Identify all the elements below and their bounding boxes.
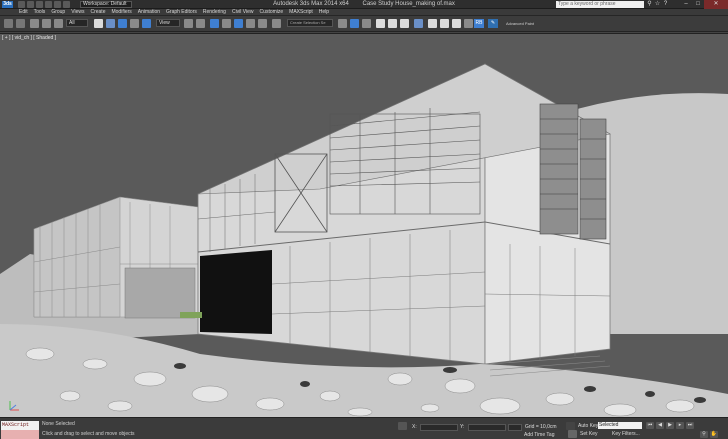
- unlink-icon[interactable]: [42, 19, 51, 28]
- bind-space-warp-icon[interactable]: [54, 19, 63, 28]
- snaps-toggle-icon[interactable]: [222, 19, 231, 28]
- key-set-dropdown[interactable]: Selected: [598, 422, 642, 429]
- menu-graph-editors[interactable]: Graph Editors: [163, 9, 200, 16]
- key-mode-icon[interactable]: [566, 422, 575, 430]
- scene-render: [0, 63, 728, 417]
- main-building: [197, 63, 611, 365]
- link-icon[interactable]: [30, 19, 39, 28]
- redo-tool-icon[interactable]: [16, 19, 25, 28]
- binoculars-icon[interactable]: ⚲: [646, 1, 653, 8]
- previous-frame-icon[interactable]: ◀: [656, 422, 664, 429]
- lock-selection-icon[interactable]: [398, 422, 407, 430]
- add-time-tag-button[interactable]: Add Time Tag: [524, 432, 554, 438]
- maxscript-listener-input[interactable]: MAXScript Mini: [1, 421, 39, 437]
- rendered-frame-window-icon[interactable]: [440, 19, 449, 28]
- file-title: Case Study House_making of.max: [362, 1, 455, 7]
- set-key-button[interactable]: Set Key: [580, 431, 598, 437]
- search-input[interactable]: Type a keyword or phrase: [556, 1, 644, 8]
- prompt-line: Click and drag to select and move object…: [42, 431, 135, 437]
- graphite-toggle-icon[interactable]: [376, 19, 385, 28]
- menu-civil-view[interactable]: Civil View: [229, 9, 257, 16]
- dark-doorway: [200, 250, 272, 334]
- keyboard-shortcut-icon[interactable]: [210, 19, 219, 28]
- x-coordinate-field[interactable]: [420, 424, 458, 431]
- menu-help[interactable]: Help: [316, 9, 332, 16]
- grid-size-label: Grid = 10,0cm: [525, 424, 557, 430]
- select-region-icon[interactable]: [118, 19, 127, 28]
- key-filters-button[interactable]: Key Filters...: [612, 431, 640, 437]
- title-bar: 3ds Workspace: Default Autodesk 3ds Max …: [0, 0, 728, 9]
- maxscript-output[interactable]: [1, 430, 39, 439]
- close-button[interactable]: ✕: [704, 0, 728, 9]
- align-icon[interactable]: [350, 19, 359, 28]
- spinner-snap-icon[interactable]: [258, 19, 267, 28]
- angle-snap-icon[interactable]: [234, 19, 243, 28]
- menu-rendering[interactable]: Rendering: [200, 9, 229, 16]
- perspective-viewport[interactable]: [ + ] [ vid_ch ] [ Shaded ]: [0, 33, 728, 417]
- reference-coordinate-dropdown[interactable]: View: [156, 19, 180, 27]
- curve-editor-icon[interactable]: [388, 19, 397, 28]
- go-to-end-icon[interactable]: ⏭: [686, 422, 694, 429]
- schematic-view-icon[interactable]: [400, 19, 409, 28]
- pan-icon[interactable]: ✋: [710, 431, 718, 438]
- menu-views[interactable]: Views: [68, 9, 87, 16]
- edit-named-selection-icon[interactable]: [272, 19, 281, 28]
- select-manipulate-icon[interactable]: [196, 19, 205, 28]
- menu-modifiers[interactable]: Modifiers: [108, 9, 134, 16]
- maximize-button[interactable]: □: [692, 0, 704, 9]
- undo-tool-icon[interactable]: [4, 19, 13, 28]
- main-toolbar: All View Create Selection Se RB ✎ Advanc…: [0, 16, 728, 32]
- app-title: Autodesk 3ds Max 2014 x64: [273, 1, 349, 7]
- layer-manager-icon[interactable]: [362, 19, 371, 28]
- selection-filter-dropdown[interactable]: All: [66, 19, 88, 27]
- mirror-icon[interactable]: [338, 19, 347, 28]
- advanced-paint-label[interactable]: Advanced Paint: [506, 21, 534, 26]
- material-editor-icon[interactable]: [414, 19, 423, 28]
- render-iterative-icon[interactable]: [464, 19, 473, 28]
- viewport-label[interactable]: [ + ] [ vid_ch ] [ Shaded ]: [2, 35, 56, 41]
- menu-group[interactable]: Group: [48, 9, 68, 16]
- menu-tools[interactable]: Tools: [31, 9, 49, 16]
- menu-bar: Edit Tools Group Views Create Modifiers Animat…: [0, 9, 728, 16]
- menu-customize[interactable]: Customize: [257, 9, 287, 16]
- distant-building: [33, 196, 199, 319]
- pivot-center-icon[interactable]: [184, 19, 193, 28]
- paint-plugin-icon[interactable]: ✎: [488, 19, 498, 28]
- menu-edit[interactable]: Edit: [16, 9, 31, 16]
- selection-status: None Selected: [42, 421, 75, 427]
- x-label: X:: [412, 424, 417, 430]
- axis-gizmo-icon: [9, 401, 19, 411]
- z-coordinate-field[interactable]: [508, 424, 522, 431]
- auto-key-button[interactable]: Auto Key: [578, 423, 598, 429]
- set-key-icon[interactable]: [568, 430, 577, 438]
- star-icon[interactable]: ☆: [654, 1, 661, 8]
- render-setup-icon[interactable]: [428, 19, 437, 28]
- menu-maxscript[interactable]: MAXScript: [286, 9, 316, 16]
- help-icon[interactable]: ?: [662, 1, 669, 8]
- menu-create[interactable]: Create: [87, 9, 108, 16]
- percent-snap-icon[interactable]: [246, 19, 255, 28]
- select-by-name-icon[interactable]: [106, 19, 115, 28]
- named-selection-input[interactable]: Create Selection Se: [287, 19, 333, 27]
- go-to-start-icon[interactable]: ⏮: [646, 422, 654, 429]
- select-object-icon[interactable]: [94, 19, 103, 28]
- render-production-icon[interactable]: [452, 19, 461, 28]
- rb-plugin-icon[interactable]: RB: [474, 19, 484, 28]
- select-move-icon[interactable]: [142, 19, 151, 28]
- play-icon[interactable]: ▶: [666, 422, 674, 429]
- y-label: Y:: [460, 424, 465, 430]
- zoom-icon[interactable]: ⚲: [700, 431, 708, 438]
- next-frame-icon[interactable]: ▸: [676, 422, 684, 429]
- status-bar: MAXScript Mini None Selected Click and d…: [0, 417, 728, 439]
- menu-animation[interactable]: Animation: [135, 9, 163, 16]
- window-crossing-icon[interactable]: [130, 19, 139, 28]
- grass-patch: [180, 312, 202, 318]
- minimize-button[interactable]: –: [680, 0, 692, 9]
- y-coordinate-field[interactable]: [468, 424, 506, 431]
